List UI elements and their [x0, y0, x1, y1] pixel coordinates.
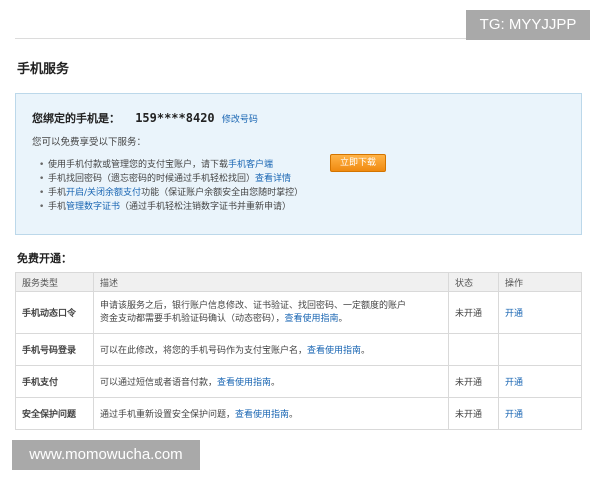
service-name: 手机支付	[15, 365, 94, 398]
benefit-prefix: 手机	[48, 188, 67, 198]
activate-link[interactable]: 开通	[505, 309, 523, 319]
view-guide-link[interactable]: 查看使用指南	[235, 410, 289, 420]
table-row: 手机支付 可以通过短信或者语音付款，查看使用指南。 未开通 开通	[15, 365, 582, 398]
header-service-type: 服务类型	[15, 272, 94, 292]
service-description: 通过手机重新设置安全保护问题，查看使用指南。	[93, 397, 449, 430]
table-row: 手机号码登录 可以在此修改，将您的手机号码作为支付宝账户名，查看使用指南。	[15, 333, 582, 366]
view-guide-link[interactable]: 查看使用指南	[217, 378, 271, 388]
service-name: 手机动态口令	[15, 291, 94, 334]
mobile-client-link[interactable]: 手机客户端	[228, 160, 273, 170]
bound-phone-panel: 您绑定的手机是： 159****8420 修改号码 您可以免费享受以下服务： 使…	[15, 93, 582, 235]
service-status: 未开通	[448, 291, 499, 334]
description-end: 。	[361, 346, 371, 356]
tg-badge-overlay: TG: MYYJJPP	[466, 10, 590, 40]
modify-number-link[interactable]: 修改号码	[222, 115, 258, 125]
bound-phone-line: 您绑定的手机是： 159****8420 修改号码	[32, 110, 258, 126]
manage-certificate-link[interactable]: 管理数字证书	[66, 202, 120, 212]
header-action: 操作	[498, 272, 582, 292]
services-table: 服务类型 描述 状态 操作 手机动态口令 申请该服务之后，银行账户信息修改、证书…	[15, 272, 582, 430]
benefit-item-certificate: 手机管理数字证书（通过手机轻松注销数字证书并重新申请）	[39, 200, 303, 214]
description-end: 。	[271, 378, 281, 388]
description-line: 可以在此修改，将您的手机号码作为支付宝账户名，	[100, 346, 308, 356]
header-status: 状态	[448, 272, 499, 292]
activate-link[interactable]: 开通	[505, 378, 523, 388]
table-header-row: 服务类型 描述 状态 操作	[15, 272, 582, 292]
toggle-balance-pay-link[interactable]: 开启/关闭余额支付	[66, 188, 141, 198]
benefit-suffix: 功能（保证账户余额安全由您随时掌控）	[141, 188, 304, 198]
service-description: 申请该服务之后，银行账户信息修改、证书验证、找回密码、一定额度的账户 资金支动都…	[93, 291, 449, 334]
service-description: 可以通过短信或者语音付款，查看使用指南。	[93, 365, 449, 398]
benefit-suffix: （通过手机轻松注销数字证书并重新申请）	[120, 202, 292, 212]
bound-phone-number: 159****8420	[135, 111, 215, 125]
description-line: 申请该服务之后，银行账户信息修改、证书验证、找回密码、一定额度的账户	[100, 300, 407, 311]
table-row: 安全保护问题 通过手机重新设置安全保护问题，查看使用指南。 未开通 开通	[15, 397, 582, 430]
service-status: 未开通	[448, 397, 499, 430]
watermark-overlay: www.momowucha.com	[12, 440, 200, 470]
benefit-item-client: 使用手机付款或管理您的支付宝账户，请下载手机客户端 立即下载	[39, 154, 386, 172]
benefit-prefix: 手机	[48, 202, 67, 212]
bound-phone-label: 您绑定的手机是：	[32, 112, 120, 125]
header-description: 描述	[93, 272, 449, 292]
service-description: 可以在此修改，将您的手机号码作为支付宝账户名，查看使用指南。	[93, 333, 449, 366]
description-line: 资金支动都需要手机验证码确认（动态密码），	[100, 313, 285, 324]
page-title: 手机服务	[17, 62, 70, 77]
description-end: 。	[289, 410, 299, 420]
benefit-item-recover-password: 手机找回密码（遗忘密码的时候通过手机轻松找回）查看详情	[39, 172, 303, 186]
service-name: 安全保护问题	[15, 397, 94, 430]
benefit-text: 使用手机付款或管理您的支付宝账户，请下载	[48, 160, 229, 170]
benefit-text: 手机找回密码（遗忘密码的时候通过手机轻松找回）	[48, 174, 256, 184]
download-now-button[interactable]: 立即下载	[330, 154, 386, 172]
description-line: 可以通过短信或者语音付款，	[100, 378, 218, 388]
view-guide-link[interactable]: 查看使用指南	[307, 346, 361, 356]
benefit-item-balance-pay: 手机开启/关闭余额支付功能（保证账户余额安全由您随时掌控）	[39, 186, 304, 200]
service-name: 手机号码登录	[15, 333, 94, 366]
view-guide-link[interactable]: 查看使用指南	[285, 314, 339, 324]
benefits-list: 使用手机付款或管理您的支付宝账户，请下载手机客户端 立即下载 手机找回密码（遗忘…	[39, 154, 386, 214]
description-end: 。	[338, 313, 348, 324]
service-status: 未开通	[448, 365, 499, 398]
free-services-intro: 您可以免费享受以下服务：	[32, 137, 147, 148]
view-details-link[interactable]: 查看详情	[255, 174, 291, 184]
service-status	[448, 333, 499, 366]
activate-link[interactable]: 开通	[505, 410, 523, 420]
table-row: 手机动态口令 申请该服务之后，银行账户信息修改、证书验证、找回密码、一定额度的账…	[15, 291, 582, 334]
description-line: 通过手机重新设置安全保护问题，	[100, 410, 236, 420]
free-activation-title: 免费开通：	[17, 252, 72, 265]
